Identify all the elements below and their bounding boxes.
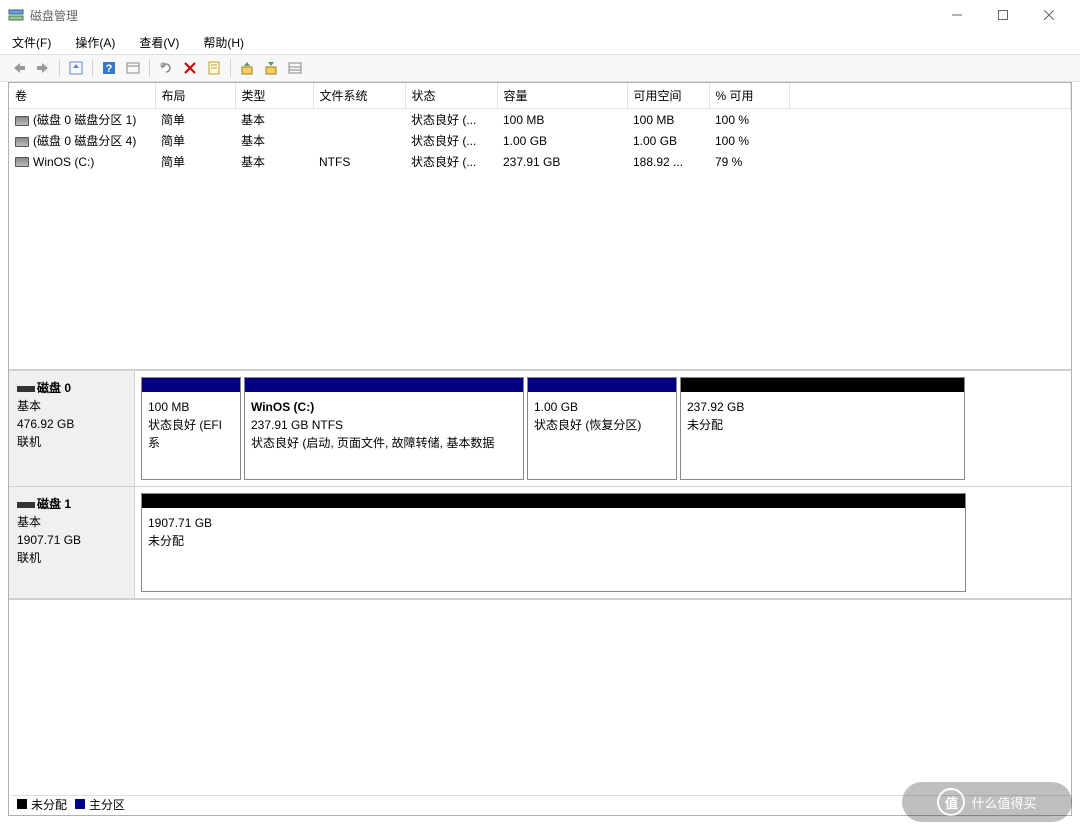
- legend-label-unallocated: 未分配: [31, 798, 67, 812]
- forward-button[interactable]: [32, 57, 54, 79]
- partition[interactable]: 1907.71 GB未分配: [141, 493, 966, 592]
- toolbar: ?: [0, 54, 1080, 82]
- menu-help[interactable]: 帮助(H): [199, 32, 248, 53]
- table-row[interactable]: (磁盘 0 磁盘分区 1)简单基本状态良好 (...100 MB100 MB10…: [9, 109, 1071, 131]
- help-icon[interactable]: ?: [98, 57, 120, 79]
- disk-row: 磁盘 0基本476.92 GB联机100 MB状态良好 (EFI 系WinOS …: [9, 371, 1071, 487]
- menu-bar: 文件(F) 操作(A) 查看(V) 帮助(H): [0, 30, 1080, 54]
- col-type[interactable]: 类型: [235, 83, 313, 109]
- partition-bar: [245, 378, 523, 392]
- watermark: 值 什么值得买: [902, 782, 1072, 822]
- content-area: 卷 布局 类型 文件系统 状态 容量 可用空间 % 可用 (磁盘 0 磁盘分区 …: [8, 82, 1072, 816]
- partition-bar: [142, 494, 965, 508]
- table-row[interactable]: (磁盘 0 磁盘分区 4)简单基本状态良好 (...1.00 GB1.00 GB…: [9, 130, 1071, 151]
- watermark-text: 什么值得买: [971, 793, 1036, 812]
- properties-icon[interactable]: [203, 57, 225, 79]
- maximize-button[interactable]: [980, 0, 1026, 30]
- title-bar: 磁盘管理: [0, 0, 1080, 30]
- list-view-icon[interactable]: [284, 57, 306, 79]
- close-button[interactable]: [1026, 0, 1072, 30]
- window-title: 磁盘管理: [30, 7, 934, 24]
- disk-icon: [17, 502, 35, 508]
- partition[interactable]: 1.00 GB状态良好 (恢复分区): [527, 377, 677, 480]
- disk-row: 磁盘 1基本1907.71 GB联机1907.71 GB未分配: [9, 487, 1071, 599]
- watermark-badge: 值: [937, 788, 965, 816]
- legend-swatch-primary: [75, 799, 85, 809]
- col-capacity[interactable]: 容量: [497, 83, 627, 109]
- col-pctfree[interactable]: % 可用: [709, 83, 789, 109]
- legend-label-primary: 主分区: [89, 798, 125, 812]
- disk-info[interactable]: 磁盘 0基本476.92 GB联机: [9, 371, 135, 486]
- show-hide-button[interactable]: [122, 57, 144, 79]
- col-status[interactable]: 状态: [405, 83, 497, 109]
- menu-action[interactable]: 操作(A): [71, 32, 119, 53]
- partition-bar: [681, 378, 964, 392]
- menu-view[interactable]: 查看(V): [135, 32, 183, 53]
- menu-file[interactable]: 文件(F): [8, 32, 55, 53]
- partition[interactable]: 100 MB状态良好 (EFI 系: [141, 377, 241, 480]
- app-icon: [8, 7, 24, 23]
- refresh-icon[interactable]: [155, 57, 177, 79]
- volume-table[interactable]: 卷 布局 类型 文件系统 状态 容量 可用空间 % 可用 (磁盘 0 磁盘分区 …: [9, 83, 1071, 172]
- volume-icon: [15, 137, 29, 147]
- disk-graphic-pane: 磁盘 0基本476.92 GB联机100 MB状态良好 (EFI 系WinOS …: [9, 371, 1071, 789]
- disk-icon: [17, 386, 35, 392]
- volume-icon: [15, 116, 29, 126]
- partition-bar: [142, 378, 240, 392]
- svg-text:?: ?: [106, 63, 113, 75]
- volume-list-pane: 卷 布局 类型 文件系统 状态 容量 可用空间 % 可用 (磁盘 0 磁盘分区 …: [9, 83, 1071, 371]
- back-button[interactable]: [8, 57, 30, 79]
- minimize-button[interactable]: [934, 0, 980, 30]
- volume-icon: [15, 157, 29, 167]
- col-layout[interactable]: 布局: [155, 83, 235, 109]
- col-filesystem[interactable]: 文件系统: [313, 83, 405, 109]
- col-volume[interactable]: 卷: [9, 83, 155, 109]
- disk-info[interactable]: 磁盘 1基本1907.71 GB联机: [9, 487, 135, 598]
- action2-icon[interactable]: [260, 57, 282, 79]
- col-free[interactable]: 可用空间: [627, 83, 709, 109]
- delete-icon[interactable]: [179, 57, 201, 79]
- legend-swatch-unallocated: [17, 799, 27, 809]
- up-button[interactable]: [65, 57, 87, 79]
- partition[interactable]: 237.92 GB未分配: [680, 377, 965, 480]
- partition-bar: [528, 378, 676, 392]
- partition[interactable]: WinOS (C:)237.91 GB NTFS状态良好 (启动, 页面文件, …: [244, 377, 524, 480]
- action1-icon[interactable]: [236, 57, 258, 79]
- table-row[interactable]: WinOS (C:)简单基本NTFS状态良好 (...237.91 GB188.…: [9, 151, 1071, 172]
